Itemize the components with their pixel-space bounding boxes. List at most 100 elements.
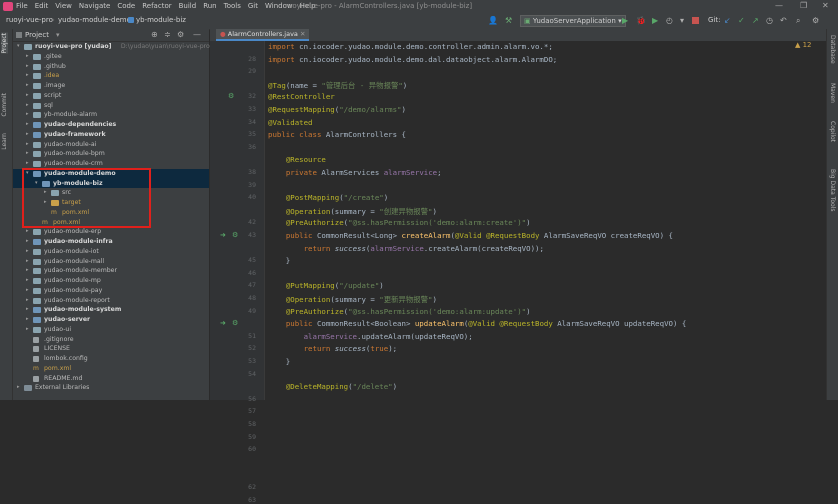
code-line[interactable]: public CommonResult<Long> createAlarm(@V…	[268, 231, 673, 240]
chevron-down-icon[interactable]: ▾	[17, 42, 20, 52]
chevron-right-icon[interactable]: ▸	[26, 91, 29, 101]
code-line[interactable]: }	[268, 256, 290, 265]
chevron-right-icon[interactable]: ▸	[26, 325, 29, 335]
tool-tab-project[interactable]: Project	[1, 33, 8, 54]
spring-bean-icon[interactable]: ⚙	[228, 92, 234, 100]
user-icon[interactable]: 👤	[488, 16, 498, 25]
chevron-right-icon[interactable]: ▸	[26, 101, 29, 111]
tree-item[interactable]: ▸ yudao-module-iot	[13, 247, 209, 257]
tree-item[interactable]: ▸ yudao-module-ai	[13, 140, 209, 150]
maximize-icon[interactable]: ❐	[800, 1, 807, 10]
tool-tab-database[interactable]: Database	[829, 35, 836, 64]
code-line[interactable]: @Operation(summary = "更新异物报警")	[268, 294, 437, 305]
tree-item[interactable]: ▸ .idea	[13, 71, 209, 81]
spring-bean-icon[interactable]: ⚙	[232, 231, 238, 239]
tree-item[interactable]: ▸ yudao-ui	[13, 325, 209, 335]
menu-tools[interactable]: Tools	[224, 2, 241, 10]
project-panel-title[interactable]: Project	[25, 31, 49, 39]
tree-item[interactable]: ▸ yudao-module-erp	[13, 227, 209, 237]
menu-git[interactable]: Git	[248, 2, 258, 10]
chevron-right-icon[interactable]: ▸	[26, 305, 29, 315]
build-hammer-icon[interactable]: ⚒	[505, 16, 512, 25]
chevron-right-icon[interactable]: ▸	[26, 81, 29, 91]
locate-file-icon[interactable]: ⊕	[151, 30, 158, 39]
chevron-right-icon[interactable]: ▸	[26, 130, 29, 140]
code-line[interactable]: private AlarmServices alarmService;	[268, 168, 442, 177]
chevron-right-icon[interactable]: ▸	[26, 315, 29, 325]
code-line[interactable]: @PutMapping("/update")	[268, 281, 384, 290]
tree-item[interactable]: ▸ yudao-module-member	[13, 266, 209, 276]
code-line[interactable]: @RestController	[268, 92, 335, 101]
endpoint-icon[interactable]: ➜	[220, 231, 226, 239]
code-line[interactable]: @Operation(summary = "创建异物报警")	[268, 206, 437, 217]
chevron-right-icon[interactable]: ▸	[26, 266, 29, 276]
chevron-right-icon[interactable]: ▸	[26, 227, 29, 237]
tree-item[interactable]: ▸ yudao-module-pay	[13, 286, 209, 296]
editor-tab-alarmcontrollers[interactable]: ● AlarmControllers.java ✕	[216, 29, 310, 41]
git-push-icon[interactable]: ↗	[752, 16, 759, 25]
code-line[interactable]: public CommonResult<Boolean> updateAlarm…	[268, 319, 687, 328]
minimize-icon[interactable]: —	[775, 1, 783, 10]
tree-item[interactable]: ▸ yudao-dependencies	[13, 120, 209, 130]
tree-item[interactable]: README.md	[13, 374, 209, 384]
chevron-right-icon[interactable]: ▸	[26, 71, 29, 81]
chevron-right-icon[interactable]: ▸	[26, 286, 29, 296]
git-history-icon[interactable]: ◷	[766, 16, 773, 25]
tree-item[interactable]: ▸ yudao-module-infra	[13, 237, 209, 247]
run-icon[interactable]: ▶	[622, 16, 628, 25]
spring-bean-icon[interactable]: ⚙	[232, 319, 238, 327]
more-run-icon[interactable]: ▾	[680, 16, 684, 25]
tool-tab-maven[interactable]: Maven	[829, 83, 836, 103]
code-line[interactable]: @PostMapping("/create")	[268, 193, 388, 202]
tree-item[interactable]: ▸ yudao-framework	[13, 130, 209, 140]
chevron-right-icon[interactable]: ▸	[26, 149, 29, 159]
collapse-all-icon[interactable]: ≑	[164, 30, 171, 39]
code-line[interactable]: @Validated	[268, 118, 313, 127]
chevron-right-icon[interactable]: ▸	[26, 110, 29, 120]
tree-item[interactable]: ▸ script	[13, 91, 209, 101]
hide-panel-icon[interactable]: —	[193, 30, 201, 39]
menu-refactor[interactable]: Refactor	[142, 2, 171, 10]
code-editor[interactable]: import cn.iocoder.yudao.module.demo.cont…	[265, 41, 826, 400]
close-icon[interactable]: ✕	[822, 1, 829, 10]
git-rollback-icon[interactable]: ↶	[780, 16, 787, 25]
git-update-icon[interactable]: ↙	[724, 16, 731, 25]
tool-tab-big-data-tools[interactable]: Big Data Tools	[829, 169, 836, 212]
code-line[interactable]: import cn.iocoder.yudao.module.demo.dal.…	[268, 55, 557, 64]
chevron-right-icon[interactable]: ▸	[17, 383, 20, 393]
code-line[interactable]: public class AlarmControllers {	[268, 130, 406, 139]
menu-code[interactable]: Code	[117, 2, 135, 10]
tool-tab-copilot[interactable]: Copilot	[829, 121, 836, 142]
tree-item[interactable]: LICENSE	[13, 344, 209, 354]
chevron-right-icon[interactable]: ▸	[26, 62, 29, 72]
debug-icon[interactable]: 🐞	[636, 16, 646, 25]
tree-item[interactable]: ▸ sql	[13, 101, 209, 111]
chevron-right-icon[interactable]: ▸	[26, 257, 29, 267]
options-gear-icon[interactable]: ⚙	[177, 30, 184, 39]
chevron-right-icon[interactable]: ▸	[26, 140, 29, 150]
breadcrumb-project[interactable]: ruoyi-vue-pro	[6, 16, 53, 24]
code-line[interactable]: alarmService.updateAlarm(updateReqVO);	[268, 332, 473, 341]
chevron-right-icon[interactable]: ▸	[26, 237, 29, 247]
code-line[interactable]: @RequestMapping("/demo/alarms")	[268, 105, 406, 114]
endpoint-icon[interactable]: ➜	[220, 319, 226, 327]
tree-item[interactable]: lombok.config	[13, 354, 209, 364]
coverage-icon[interactable]: ▶	[652, 16, 658, 25]
stop-icon[interactable]	[692, 17, 699, 24]
profile-icon[interactable]: ◴	[666, 16, 673, 25]
git-commit-icon[interactable]: ✓	[738, 16, 745, 25]
code-line[interactable]: @PreAuthorize("@ss.hasPermission('demo:a…	[268, 307, 531, 316]
menu-navigate[interactable]: Navigate	[79, 2, 110, 10]
menu-build[interactable]: Build	[179, 2, 197, 10]
tree-item[interactable]: ▾ ruoyi-vue-pro [yudao] D:\yudao\yuan\ruoy…	[13, 42, 210, 52]
chevron-right-icon[interactable]: ▸	[26, 52, 29, 62]
chevron-right-icon[interactable]: ▸	[26, 120, 29, 130]
menu-run[interactable]: Run	[203, 2, 216, 10]
code-line[interactable]: }	[268, 357, 290, 366]
breadcrumb-module[interactable]: yudao-module-demo	[58, 16, 131, 24]
tree-item[interactable]: ▸ yudao-module-bpm	[13, 149, 209, 159]
tree-item[interactable]: ▸ yb-module-alarm	[13, 110, 209, 120]
chevron-right-icon[interactable]: ▸	[26, 247, 29, 257]
chevron-down-icon[interactable]: ▾	[56, 31, 60, 39]
chevron-right-icon[interactable]: ▸	[26, 276, 29, 286]
